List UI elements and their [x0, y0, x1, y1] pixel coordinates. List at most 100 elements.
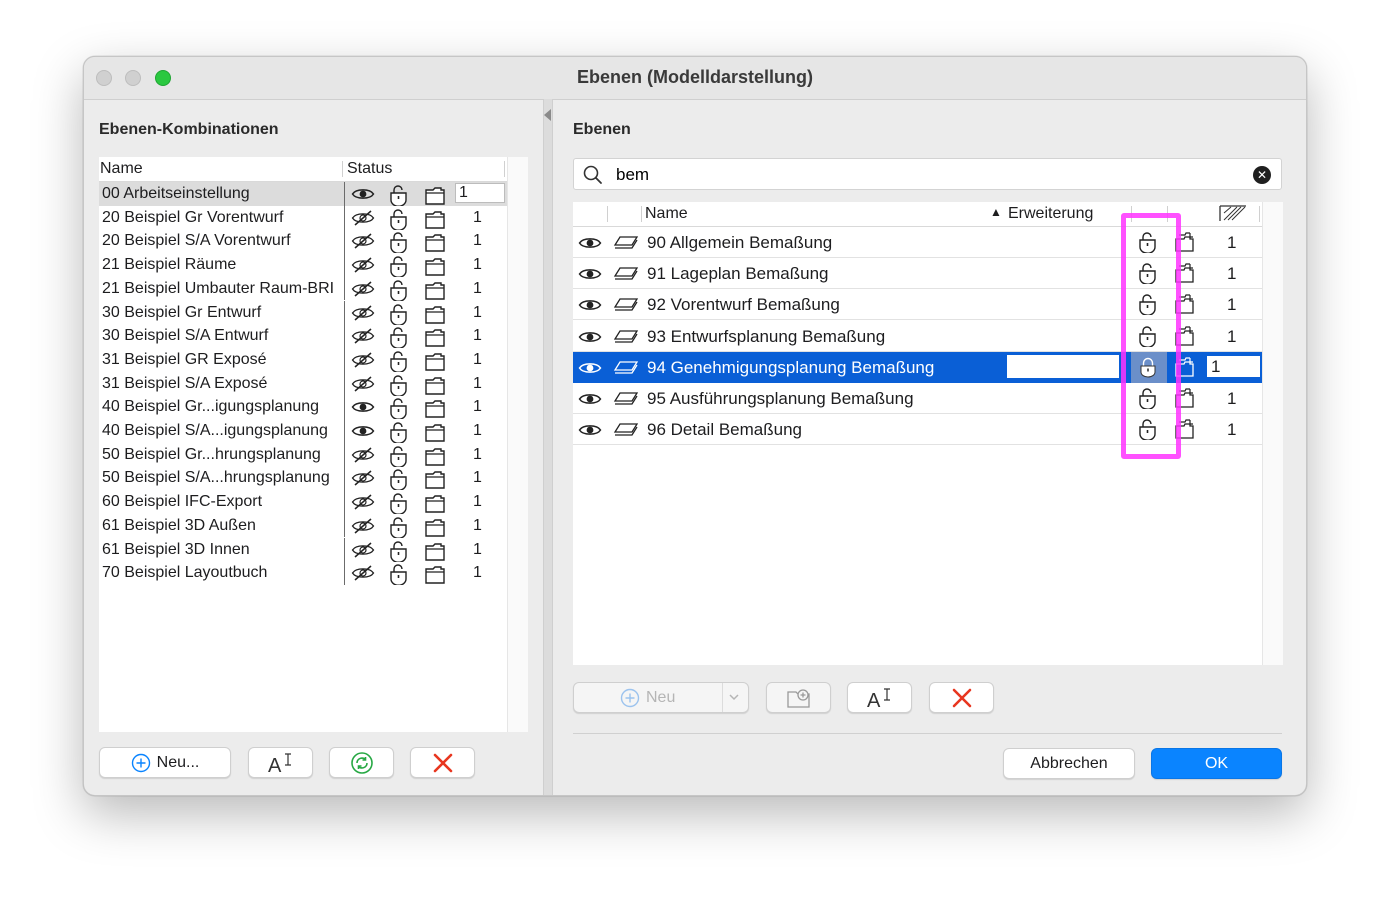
pane-splitter[interactable]: [543, 99, 553, 795]
refresh-combination-button[interactable]: [329, 747, 394, 778]
ok-button[interactable]: OK: [1151, 748, 1282, 779]
table-row[interactable]: 70 Beispiel Layoutbuch 1: [99, 561, 507, 586]
table-row[interactable]: 50 Beispiel S/A...hrungsplanung 1: [99, 466, 507, 491]
folder-icon[interactable]: [424, 445, 446, 466]
search-input[interactable]: [614, 163, 1238, 187]
extension-field[interactable]: [1007, 354, 1119, 378]
eye-icon[interactable]: [578, 295, 602, 315]
unlock-icon[interactable]: [388, 374, 410, 396]
unlock-icon[interactable]: [388, 445, 410, 467]
eye-off-icon[interactable]: [351, 468, 375, 488]
unlock-icon[interactable]: [388, 468, 410, 491]
scrollbar[interactable]: [1262, 202, 1283, 665]
unlock-icon[interactable]: [388, 421, 410, 443]
eye-off-icon[interactable]: [351, 303, 375, 323]
sort-ascending-icon[interactable]: ▲: [990, 205, 1002, 219]
eye-icon[interactable]: [578, 358, 602, 378]
chevron-down-icon[interactable]: [727, 690, 741, 704]
eye-off-icon[interactable]: [351, 516, 375, 536]
new-combination-button[interactable]: Neu...: [99, 747, 231, 778]
column-separator[interactable]: [504, 161, 505, 177]
folder-icon[interactable]: [424, 374, 446, 395]
unlock-icon[interactable]: [388, 540, 410, 562]
column-header-name[interactable]: Name: [100, 160, 143, 178]
folder-icon[interactable]: [424, 350, 446, 371]
eye-icon[interactable]: [578, 389, 602, 409]
rename-combination-button[interactable]: A: [248, 747, 313, 778]
table-row[interactable]: 31 Beispiel S/A Exposé 1: [99, 371, 507, 396]
folder-icon[interactable]: [424, 397, 446, 418]
table-row[interactable]: 20 Beispiel S/A Vorentwurf 1: [99, 229, 507, 254]
eye-off-icon[interactable]: [351, 231, 375, 251]
eye-off-icon[interactable]: [351, 350, 375, 370]
eye-icon[interactable]: [351, 184, 375, 204]
eye-off-icon[interactable]: [351, 563, 375, 583]
combination-number-field[interactable]: 1: [455, 183, 505, 203]
folder-icon[interactable]: [424, 563, 446, 584]
unlock-icon[interactable]: [388, 255, 410, 278]
cancel-button[interactable]: Abbrechen: [1003, 748, 1135, 779]
unlock-icon[interactable]: [388, 492, 410, 515]
column-separator[interactable]: [607, 206, 608, 222]
table-row[interactable]: 61 Beispiel 3D Innen 1: [99, 537, 507, 562]
unlock-icon[interactable]: [388, 279, 410, 301]
folder-icon[interactable]: [424, 540, 446, 561]
table-row[interactable]: 40 Beispiel S/A...igungsplanung 1: [99, 419, 507, 443]
eye-off-icon[interactable]: [351, 540, 375, 560]
unlock-icon[interactable]: [388, 326, 410, 349]
folder-icon[interactable]: [424, 421, 446, 442]
layer-number-field[interactable]: 1: [1206, 354, 1261, 378]
table-row[interactable]: 50 Beispiel Gr...hrungsplanung 1: [99, 442, 507, 467]
folder-icon[interactable]: [424, 516, 446, 537]
eye-icon[interactable]: [351, 397, 375, 417]
table-row[interactable]: 40 Beispiel Gr...igungsplanung 1: [99, 395, 507, 420]
eye-off-icon[interactable]: [351, 208, 375, 228]
table-row[interactable]: 21 Beispiel Umbauter Raum-BRI 1: [99, 276, 507, 301]
unlock-icon[interactable]: [388, 350, 410, 372]
unlock-icon[interactable]: [388, 184, 410, 206]
eye-icon[interactable]: [578, 327, 602, 347]
eye-off-icon[interactable]: [351, 279, 375, 299]
column-separator[interactable]: [641, 206, 642, 222]
folder-icon[interactable]: [424, 303, 446, 324]
eye-icon[interactable]: [578, 233, 602, 253]
unlock-icon[interactable]: [388, 397, 410, 420]
table-row[interactable]: 20 Beispiel Gr Vorentwurf 1: [99, 205, 507, 230]
table-row[interactable]: 30 Beispiel Gr Entwurf 1: [99, 300, 507, 325]
collapse-arrow-icon[interactable]: [544, 109, 551, 121]
delete-combination-button[interactable]: [410, 747, 475, 778]
unlock-icon[interactable]: [388, 303, 410, 325]
folder-icon[interactable]: [424, 184, 446, 205]
column-separator[interactable]: [342, 161, 343, 177]
clear-search-icon[interactable]: ✕: [1253, 166, 1271, 184]
folder-icon[interactable]: [424, 468, 446, 490]
folder-icon[interactable]: [424, 208, 446, 229]
delete-layer-button[interactable]: [929, 682, 994, 713]
eye-off-icon[interactable]: [351, 326, 375, 346]
folder-icon[interactable]: [424, 492, 446, 513]
column-header-name[interactable]: Name: [645, 205, 688, 223]
table-row[interactable]: 61 Beispiel 3D Außen 1: [99, 513, 507, 538]
eye-icon[interactable]: [578, 264, 602, 284]
column-header-status[interactable]: Status: [347, 160, 392, 178]
eye-icon[interactable]: [351, 421, 375, 441]
unlock-icon[interactable]: [388, 231, 410, 254]
folder-icon[interactable]: [424, 231, 446, 253]
table-row[interactable]: 30 Beispiel S/A Entwurf 1: [99, 324, 507, 349]
folder-icon[interactable]: [424, 279, 446, 300]
column-separator[interactable]: [1259, 206, 1260, 222]
eye-off-icon[interactable]: [351, 255, 375, 275]
new-layer-button[interactable]: Neu: [573, 682, 749, 713]
table-row[interactable]: 00 Arbeitseinstellung 1: [99, 182, 507, 206]
folder-icon[interactable]: [424, 326, 446, 347]
new-folder-button[interactable]: [766, 682, 831, 713]
table-row[interactable]: 21 Beispiel Räume 1: [99, 253, 507, 278]
table-row[interactable]: 31 Beispiel GR Exposé 1: [99, 347, 507, 372]
table-row[interactable]: 60 Beispiel IFC-Export 1: [99, 490, 507, 515]
eye-off-icon[interactable]: [351, 492, 375, 512]
unlock-icon[interactable]: [388, 563, 410, 586]
hatch-header-icon[interactable]: [1219, 204, 1247, 222]
eye-off-icon[interactable]: [351, 445, 375, 465]
eye-icon[interactable]: [578, 420, 602, 440]
folder-icon[interactable]: [424, 255, 446, 276]
